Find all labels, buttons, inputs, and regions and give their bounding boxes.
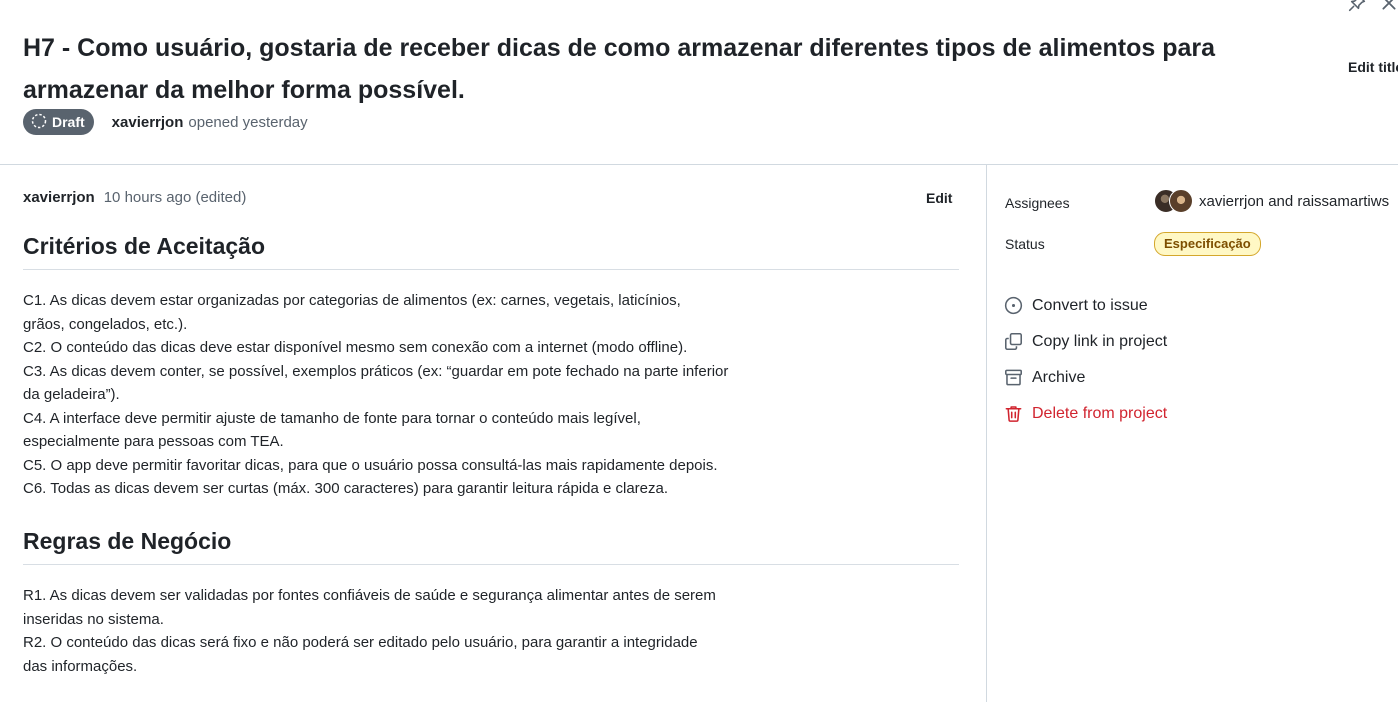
close-icon[interactable] <box>1380 0 1398 12</box>
window-controls <box>1348 0 1398 12</box>
trash-icon <box>1004 404 1023 423</box>
comment-author[interactable]: xavierrjon <box>23 189 95 206</box>
text-line: C1. As dicas devem estar organizadas por… <box>23 292 681 309</box>
text-line: R2. O conteúdo das dicas será fixo e não… <box>23 634 698 651</box>
section-heading-criterios: Critérios de Aceitação <box>23 233 959 270</box>
comment-header: xavierrjon 10 hours ago (edited) <box>23 189 949 206</box>
section-heading-regras: Regras de Negócio <box>23 528 959 565</box>
archive-icon <box>1004 368 1023 387</box>
regras-list: R1. As dicas devem ser validadas por fon… <box>23 584 783 678</box>
text-line: R1. As dicas devem ser validadas por fon… <box>23 587 716 604</box>
assignees-field[interactable]: xavierrjon and raissamartiws <box>1154 189 1389 213</box>
draft-circle-icon <box>31 113 47 132</box>
text-line: da geladeira”). <box>23 386 120 403</box>
convert-to-issue-button[interactable]: Convert to issue <box>1004 296 1148 315</box>
copy-link-label: Copy link in project <box>1032 332 1168 350</box>
text-line: inseridas no sistema. <box>23 610 164 628</box>
author-link[interactable]: xavierrjon <box>112 114 184 131</box>
avatar <box>1169 189 1193 213</box>
copy-link-button[interactable]: Copy link in project <box>1004 332 1167 351</box>
text-line: C2. O conteúdo das dicas deve estar disp… <box>23 339 688 356</box>
criterios-list: C1. As dicas devem estar organizadas por… <box>23 289 783 501</box>
convert-label: Convert to issue <box>1032 296 1148 314</box>
archive-label: Archive <box>1032 368 1086 386</box>
edit-comment-button[interactable]: Edit <box>926 190 952 206</box>
status-label: Status <box>1005 236 1045 252</box>
text-line: C5. O app deve permitir favoritar dicas,… <box>23 456 718 474</box>
draft-badge: Draft <box>23 109 94 135</box>
comment-timestamp[interactable]: 10 hours ago (edited) <box>104 189 247 206</box>
archive-button[interactable]: Archive <box>1004 368 1085 387</box>
page-title: H7 - Como usuário, gostaria de receber d… <box>23 34 1216 104</box>
text-line: grãos, congelados, etc.). <box>23 315 188 333</box>
status-badge[interactable]: Especificação <box>1154 232 1261 256</box>
delete-from-project-button[interactable]: Delete from project <box>1004 404 1167 423</box>
assignees-text: xavierrjon and raissamartiws <box>1199 192 1390 210</box>
issue-opened-icon <box>1004 296 1023 315</box>
header-divider <box>0 164 1398 165</box>
opened-text: opened yesterday <box>188 113 308 131</box>
text-line: C4. A interface deve permitir ajuste de … <box>23 409 641 427</box>
copy-icon <box>1004 332 1023 351</box>
assignees-label: Assignees <box>1005 195 1070 211</box>
draft-label: Draft <box>52 114 85 130</box>
edit-title-button[interactable]: Edit title <box>1348 59 1398 75</box>
text-line: C6. Todas as dicas devem ser curtas (máx… <box>23 480 669 497</box>
issue-meta: Draft xavierrjon opened yesterday <box>23 109 308 135</box>
text-line: C3. As dicas devem conter, se possível, … <box>23 362 729 380</box>
delete-label: Delete from project <box>1032 404 1168 422</box>
sidebar-divider <box>986 165 987 702</box>
pin-icon[interactable] <box>1348 0 1366 12</box>
text-line: das informações. <box>23 657 138 675</box>
text-line: especialmente para pessoas com TEA. <box>23 433 284 450</box>
